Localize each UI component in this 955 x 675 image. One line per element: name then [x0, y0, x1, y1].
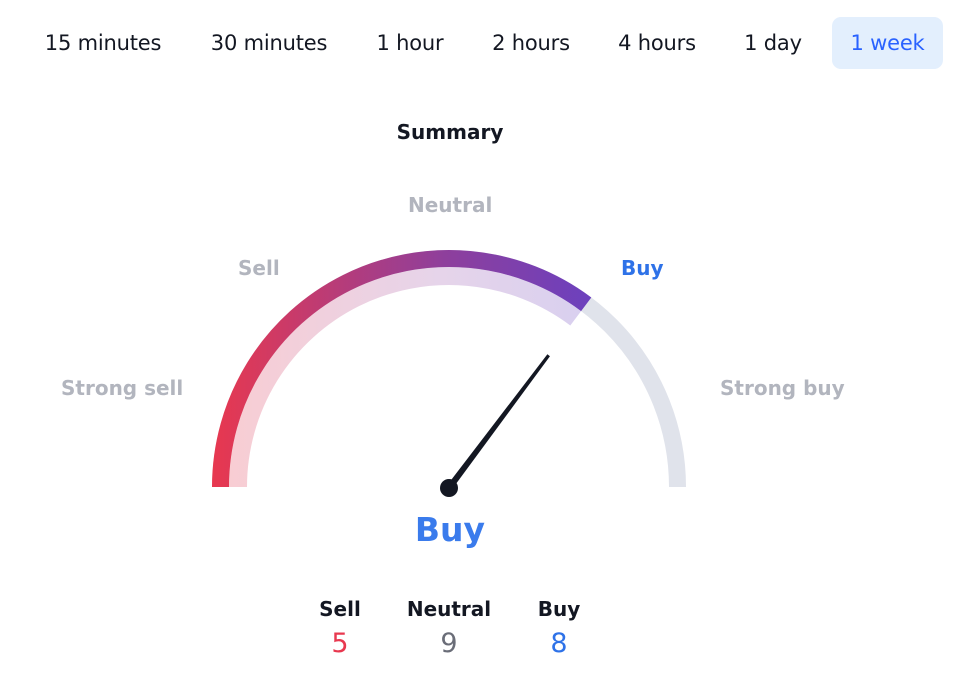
gauge-needle: [446, 354, 550, 490]
gauge-label-strong-buy: Strong buy: [720, 376, 845, 400]
count-neutral-label: Neutral: [406, 597, 492, 621]
count-sell-label: Sell: [319, 597, 361, 621]
gauge-inner-fill: [229, 267, 582, 488]
count-sell-value: 5: [331, 628, 349, 659]
gauge-label-strong-sell: Strong sell: [61, 376, 184, 400]
summary-verdict: Buy: [414, 510, 486, 549]
gauge-label-neutral: Neutral: [408, 193, 493, 217]
count-buy-value: 8: [550, 628, 568, 659]
count-neutral: Neutral 9: [389, 594, 509, 664]
count-buy-label: Buy: [537, 597, 581, 621]
summary-gauge: [212, 250, 686, 497]
gauge-label-buy: Buy: [621, 256, 664, 280]
count-buy: Buy 8: [499, 594, 619, 664]
count-sell: Sell 5: [280, 594, 400, 664]
gauge-needle-hub: [440, 479, 458, 497]
gauge-track: [212, 250, 686, 488]
count-neutral-value: 9: [440, 628, 458, 659]
gauge-label-sell: Sell: [238, 256, 280, 280]
